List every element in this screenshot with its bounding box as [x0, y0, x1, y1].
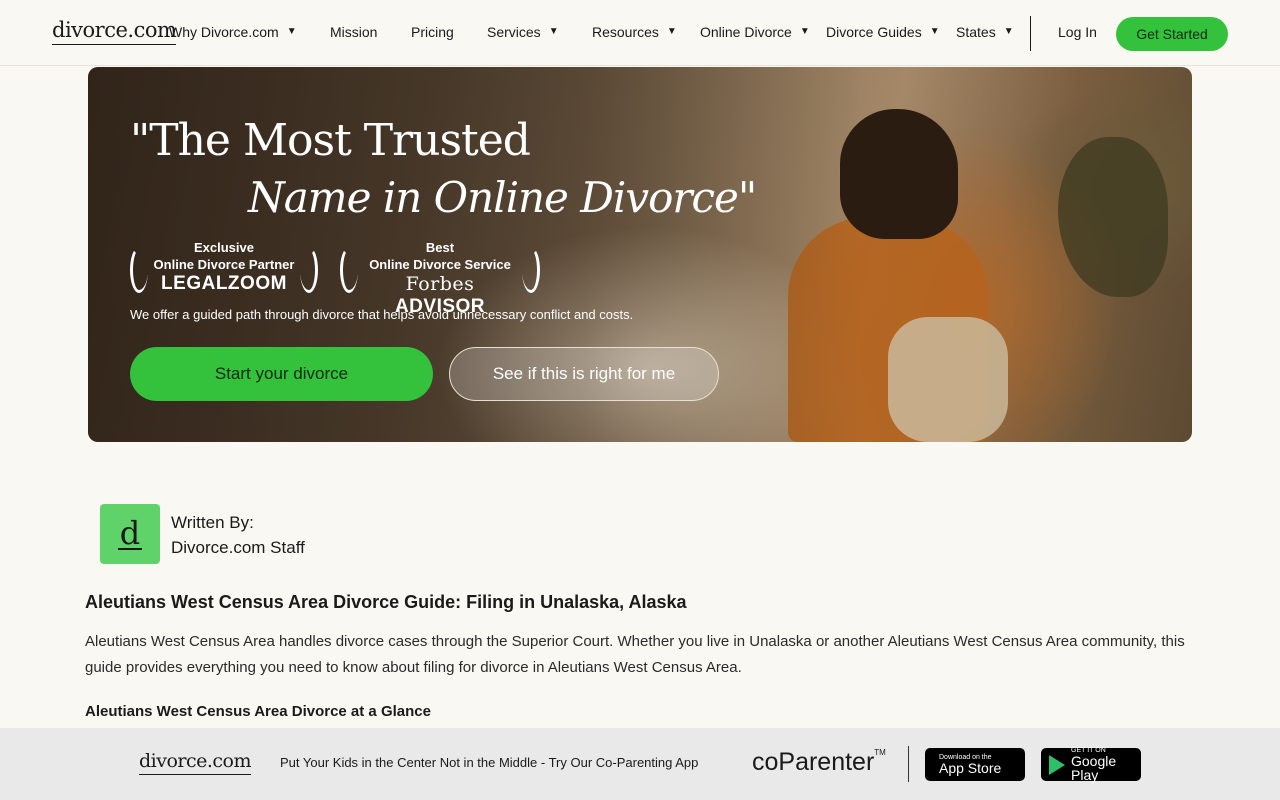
award-forbes-line1: Best [425, 240, 455, 255]
get-started-button[interactable]: Get Started [1116, 17, 1228, 51]
nav-divorce-guides[interactable]: Divorce Guides ▼ [826, 24, 940, 40]
google-play-text: GET IT ON Google Play [1071, 747, 1133, 782]
chevron-down-icon: ▼ [1003, 26, 1014, 37]
author-byline: Written By: Divorce.com Staff [171, 510, 305, 560]
coparenter-wordmark: coParenter [752, 748, 875, 776]
nav-why-divorce-label: Why Divorce.com [169, 24, 279, 40]
login-link[interactable]: Log In [1058, 24, 1097, 40]
trademark-icon: TM [874, 748, 886, 757]
hero-title-line1: "The Most Trusted [130, 115, 531, 166]
app-store-badge[interactable]: Download on the App Store [925, 748, 1025, 781]
nav-online-divorce-label: Online Divorce [700, 24, 792, 40]
nav-pricing[interactable]: Pricing [411, 24, 454, 40]
award-legalzoom: Exclusive Online Divorce Partner LEGALZO… [150, 239, 298, 295]
laurel-right-icon [522, 247, 540, 293]
app-store-main-label: App Store [939, 760, 1002, 776]
laurel-left-icon [340, 247, 358, 293]
author-name: Divorce.com Staff [171, 538, 305, 557]
nav-states-label: States [956, 24, 996, 40]
chevron-down-icon: ▼ [929, 26, 940, 37]
chevron-down-icon: ▼ [286, 26, 297, 37]
laurel-right-icon [300, 247, 318, 293]
app-store-text: Download on the App Store [939, 754, 1001, 775]
nav-divorce-guides-label: Divorce Guides [826, 24, 922, 40]
legalzoom-logo: LEGALZOOM [161, 273, 287, 294]
nav-services[interactable]: Services ▼ [487, 24, 559, 40]
hero-banner: "The Most Trusted Name in Online Divorce… [88, 67, 1192, 442]
author-avatar: d [100, 504, 160, 564]
hero-subtitle: We offer a guided path through divorce t… [130, 307, 634, 322]
nav-mission[interactable]: Mission [330, 24, 377, 40]
nav-mission-label: Mission [330, 24, 378, 40]
forbes-wordmark: Forbes [405, 273, 475, 295]
nav-services-label: Services [487, 24, 541, 40]
author-label: Written By: [171, 513, 254, 532]
laurel-left-icon [130, 247, 148, 293]
google-play-badge[interactable]: GET IT ON Google Play [1041, 747, 1141, 782]
google-play-icon [1049, 754, 1065, 775]
coparenter-logo[interactable]: coParenterTM [752, 748, 886, 777]
hero-title-line2: Name in Online Divorce" [248, 173, 757, 222]
promo-text[interactable]: Put Your Kids in the Center Not in the M… [280, 755, 698, 770]
nav-states[interactable]: States ▼ [956, 24, 1014, 40]
chevron-down-icon: ▼ [666, 26, 677, 37]
chevron-down-icon: ▼ [799, 26, 810, 37]
award-forbes-line2: Online Divorce Service [369, 257, 511, 272]
chevron-down-icon: ▼ [548, 26, 559, 37]
article-title: Aleutians West Census Area Divorce Guide… [85, 592, 687, 612]
footer-divider [908, 746, 909, 782]
nav-resources[interactable]: Resources ▼ [592, 24, 677, 40]
nav-why-divorce[interactable]: Why Divorce.com ▼ [169, 24, 297, 40]
top-navigation: divorce.com Why Divorce.com ▼ Mission Pr… [0, 0, 1280, 66]
award-legalzoom-line2: Online Divorce Partner [153, 257, 295, 272]
nav-pricing-label: Pricing [411, 24, 454, 40]
footer-logo[interactable]: divorce.com [139, 750, 252, 775]
nav-online-divorce[interactable]: Online Divorce ▼ [700, 24, 810, 40]
coparenter-promo-banner: divorce.com Put Your Kids in the Center … [0, 728, 1280, 800]
nav-divider [1030, 16, 1031, 51]
section-heading: Aleutians West Census Area Divorce at a … [85, 703, 431, 720]
author-avatar-letter: d [117, 514, 143, 552]
google-play-main-label: Google Play [1071, 753, 1117, 783]
start-divorce-button[interactable]: Start your divorce [130, 347, 433, 401]
nav-resources-label: Resources [592, 24, 659, 40]
article-intro: Aleutians West Census Area handles divor… [85, 633, 1185, 676]
see-if-right-button[interactable]: See if this is right for me [449, 347, 719, 401]
site-logo[interactable]: divorce.com [52, 18, 177, 45]
award-legalzoom-line1: Exclusive [194, 240, 254, 255]
